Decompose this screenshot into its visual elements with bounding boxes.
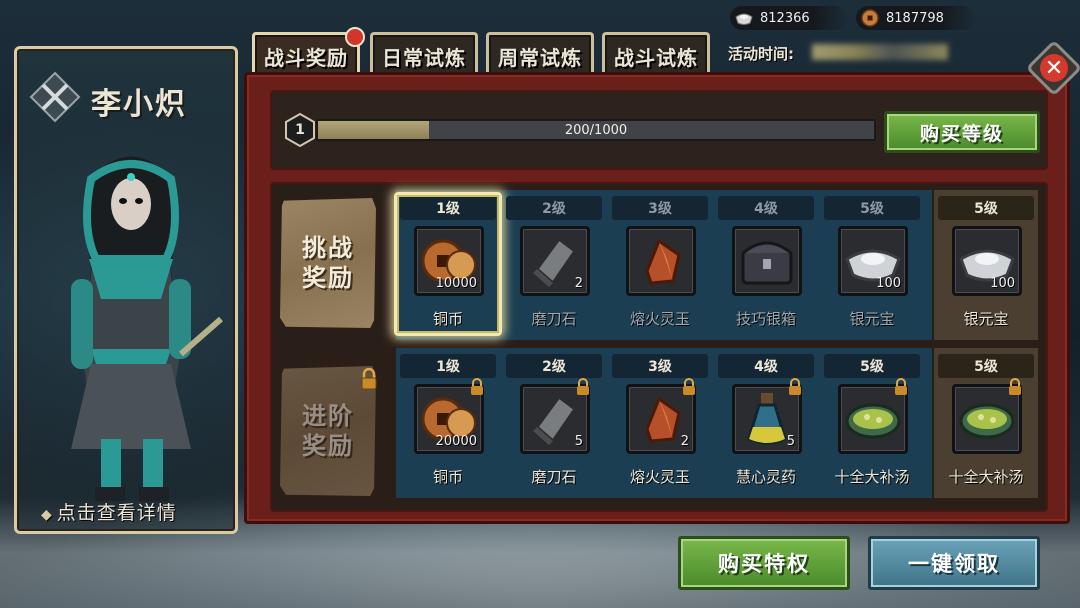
lock-icon (577, 378, 589, 395)
silver-chest-icon (735, 241, 799, 297)
view-details-label: 点击查看详情 (56, 502, 177, 524)
currency-copper: 8187798 (856, 6, 976, 30)
reward-level: 5级 (824, 196, 920, 220)
reward-level: 1级 (400, 354, 496, 378)
reward-level: 5级 (824, 354, 920, 378)
buy-level-label: 购买等级 (919, 122, 1004, 145)
reward-level: 2级 (506, 354, 602, 378)
current-level: 1 (295, 122, 305, 138)
character-portrait (71, 156, 223, 501)
tab-label: 战斗试炼 (614, 45, 698, 70)
reward-cell[interactable]: 2级 2 磨刀石 (504, 192, 604, 332)
reward-cell[interactable]: 3级 2 熔火灵玉 (610, 350, 710, 490)
reward-level: 3级 (612, 196, 708, 220)
reward-quantity: 100 (876, 276, 901, 291)
activity-time-value (812, 44, 948, 60)
reward-icon-box: 2 (520, 226, 590, 296)
reward-cell[interactable]: 4级 5 慧心灵药 (716, 350, 816, 490)
reward-cell[interactable]: 5级 100 银元宝 (936, 192, 1036, 332)
buy-privilege-button[interactable]: 购买特权 (678, 536, 850, 590)
soup-bowl-icon (955, 403, 1019, 455)
tab-label: 周常试炼 (498, 45, 582, 70)
reward-name: 技巧银箱 (735, 310, 796, 328)
selection-highlight (394, 192, 502, 336)
reward-icon-box: 100 (838, 226, 908, 296)
buy-level-button[interactable]: 购买等级 (884, 111, 1040, 153)
lock-icon (789, 378, 801, 395)
reward-name: 磨刀石 (531, 310, 577, 328)
claim-all-label: 一键领取 (908, 552, 1000, 576)
lock-icon (683, 378, 695, 395)
crossed-swords-icon (29, 71, 81, 123)
reward-icon-box (732, 226, 802, 296)
reward-level: 4级 (718, 196, 814, 220)
reward-name: 铜币 (432, 468, 463, 486)
notification-dot (345, 27, 365, 47)
reward-icon-box: 100 (952, 226, 1022, 296)
fire-jade-icon (629, 238, 693, 297)
lock-icon (471, 378, 483, 395)
reward-cell[interactable]: 2级 5 磨刀石 (504, 350, 604, 490)
character-name: 李小炽 (91, 87, 187, 122)
reward-cell[interactable]: 5级 100 银元宝 (822, 192, 922, 332)
reward-cell[interactable]: 5级十全大补汤 (822, 350, 922, 490)
reward-level: 5级 (938, 196, 1034, 220)
reward-level: 4级 (718, 354, 814, 378)
reward-quantity: 5 (574, 434, 583, 449)
lock-icon (1009, 378, 1021, 395)
reward-name: 熔火灵玉 (629, 468, 690, 486)
currency-copper-value: 8187798 (886, 10, 944, 26)
reward-quantity: 20000 (435, 434, 477, 449)
diamond-bullet-icon: ◆ (41, 507, 53, 523)
copper-coin-icon (861, 9, 879, 27)
lock-icon (361, 368, 377, 390)
reward-name: 十全大补汤 (834, 468, 910, 486)
silver-ingot-icon (735, 13, 753, 25)
activity-time-label: 活动时间: (728, 45, 794, 63)
reward-name: 熔火灵玉 (629, 310, 690, 328)
reward-quantity: 5 (786, 434, 795, 449)
reward-name: 银元宝 (849, 310, 895, 328)
reward-quantity: 2 (574, 276, 583, 291)
tab-label: 日常试炼 (382, 45, 466, 70)
currency-silver: 812366 (730, 6, 848, 30)
reward-level: 5级 (938, 354, 1034, 378)
currency-silver-value: 812366 (760, 10, 810, 26)
soup-bowl-icon (841, 403, 905, 455)
buy-privilege-label: 购买特权 (718, 552, 810, 576)
reward-name: 银元宝 (963, 310, 1009, 328)
reward-cell[interactable]: 4级技巧银箱 (716, 192, 816, 332)
reward-name: 十全大补汤 (948, 468, 1024, 486)
close-icon[interactable]: ✕ (1040, 54, 1068, 82)
reward-quantity: 100 (990, 276, 1015, 291)
reward-name: 磨刀石 (531, 468, 577, 486)
character-panel[interactable]: 李小炽 ◆ 点击查看详情 (14, 46, 238, 534)
challenge-rewards-label: 挑战 奖励 (280, 198, 376, 328)
reward-cell[interactable]: 5级十全大补汤 (936, 350, 1036, 490)
reward-cell[interactable]: 3级熔火灵玉 (610, 192, 710, 332)
level-progress-text: 200/1000 (564, 122, 628, 138)
tab-label: 战斗奖励 (264, 45, 348, 70)
view-details-link[interactable]: ◆ 点击查看详情 (41, 498, 177, 525)
reward-level: 3级 (612, 354, 708, 378)
reward-cell[interactable]: 1级 20000 铜币 (398, 350, 498, 490)
lock-icon (895, 378, 907, 395)
reward-cell[interactable]: 1级 10000 铜币 (394, 192, 502, 336)
reward-name: 慧心灵药 (735, 468, 796, 486)
claim-all-button[interactable]: 一键领取 (868, 536, 1040, 590)
reward-quantity: 2 (680, 434, 689, 449)
reward-icon-box (626, 226, 696, 296)
reward-level: 2级 (506, 196, 602, 220)
